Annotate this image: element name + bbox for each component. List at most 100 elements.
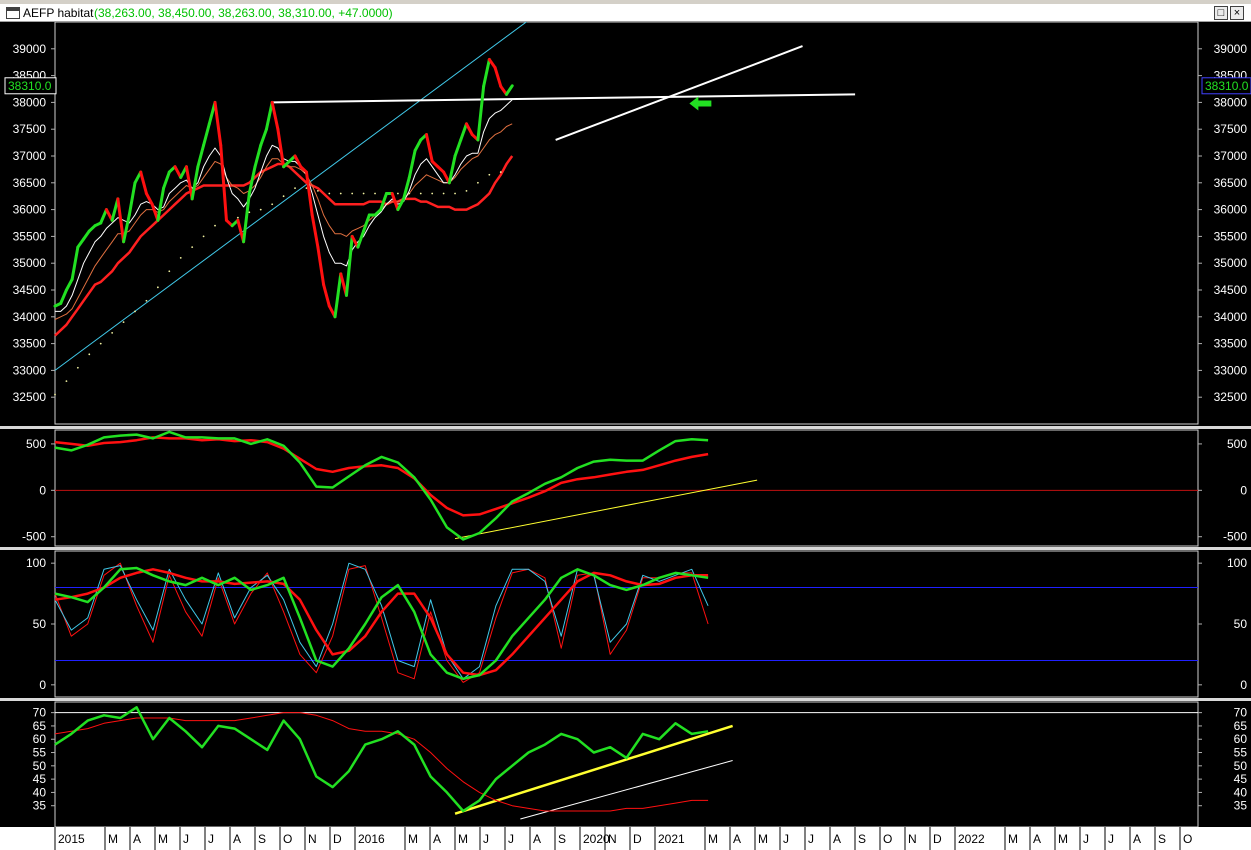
x-tick-label: 2020 [583,832,610,846]
price-ma-dotted-point [76,366,79,369]
price-segment-up [99,208,108,225]
y-tick-label-right: 35000 [1214,256,1248,270]
y-tick-label-left: 37500 [13,122,47,136]
x-tick-label: J [808,832,814,846]
price-ma-dotted-point [419,192,422,195]
chart-title: AEFP habitat [23,6,94,20]
stoch-slow-green [54,566,709,681]
price-segment-up [407,149,417,179]
x-tick-label: J [1108,832,1114,846]
x-tick-label: S [858,832,866,846]
x-tick-label: A [433,832,441,846]
price-ma-dotted-point [111,331,114,334]
pane-separator [0,698,1251,701]
macd-signal-line [54,436,709,517]
stoch-fast-cyan [54,562,709,680]
price-ma-dotted-point [316,189,319,192]
y-tick-label-left: 34000 [13,310,47,324]
x-tick-label: D [933,832,942,846]
price-ma-dotted-point [122,321,125,324]
stoch-fast-red [54,562,709,683]
x-tick-label: O [283,832,292,846]
price-ma-dotted-point [374,192,376,195]
y-tick-label-left: 45 [33,772,47,786]
x-tick-label: J [783,832,789,846]
price-segment-down [219,143,228,222]
y-tick-label-left: 0 [39,678,46,692]
price-ma-dotted-point [248,211,251,214]
x-tick-label: N [908,832,917,846]
x-tick-label: S [258,832,266,846]
price-ma-dotted-point [259,208,262,211]
y-tick-label-left: 70 [33,706,47,720]
price-segment-down [310,213,320,249]
price-segment-up [504,84,514,96]
price-ma-dotted-point [54,393,56,396]
price-segment-down [424,133,434,163]
price-segment-up [253,143,263,169]
price-segment-down [270,100,280,131]
price-segment-up [476,84,486,142]
price-segment-down [322,283,331,308]
price-ma-dotted-point [408,192,411,195]
restore-button[interactable]: □ [1214,6,1228,20]
price-ma-white [55,99,513,312]
price-segment-up [70,245,80,281]
y-tick-label-left: 36500 [13,176,47,190]
x-tick-label: A [533,832,541,846]
y-tick-label-left: 36000 [13,203,47,217]
x-tick-label: J [183,832,189,846]
x-tick-label: A [833,832,841,846]
y-tick-label-right: 35 [1234,799,1248,813]
x-tick-label: M [158,832,168,846]
y-tick-label-right: 0 [1240,483,1247,497]
price-ma-dotted-point [236,216,239,219]
price-ma-dotted-point [499,171,502,173]
price-segment-up [356,229,366,249]
y-tick-label-right: 32500 [1214,390,1248,404]
price-segment-up [59,288,68,305]
price-segment-up [453,138,463,158]
chart-window-titlebar[interactable]: AEFP habitat (38,263.00, 38,450.00, 38,2… [0,4,1251,22]
price-ma-dotted-point [282,195,285,198]
x-tick-label: 2021 [658,832,685,846]
price-ma-dotted-point [465,189,468,192]
x-tick-label: D [333,832,342,846]
y-tick-label-right: 37000 [1214,149,1248,163]
y-tick-label-right: 39000 [1214,42,1248,56]
x-tick-label: M [108,832,118,846]
y-tick-label-right: 40 [1234,785,1248,799]
macd-line [54,430,709,541]
y-tick-label-right: 36500 [1214,176,1248,190]
y-tick-label-right: 500 [1227,437,1247,451]
x-tick-label: J [208,832,214,846]
close-button[interactable]: × [1230,6,1244,20]
y-tick-label-left: 35 [33,799,47,813]
price-segment-down [316,245,326,287]
price-segment-down [213,100,223,147]
chart-window-icon [6,7,20,19]
rsi-ma-line [54,712,709,812]
price-trendline-white [555,45,803,141]
price-segment-up [259,127,268,147]
x-tick-label: J [508,832,514,846]
x-tick-label: M [1008,832,1018,846]
price-ma-orange [54,123,513,320]
price-segment-up [362,213,371,233]
y-tick-label-left: 65 [33,719,47,733]
x-tick-label: A [1133,832,1141,846]
price-ma-dotted-point [179,256,182,259]
price-segment-up [344,234,354,297]
x-tick-label: J [1083,832,1089,846]
price-ma-dotted-point [442,192,445,195]
y-tick-label-right: 37500 [1214,122,1248,136]
y-tick-label-right: 0 [1240,678,1247,692]
price-ma-dotted-point [397,192,399,195]
price-segment-up [482,58,491,88]
x-tick-label: A [733,832,741,846]
y-tick-label-left: 38000 [13,95,47,109]
chart-area[interactable]: 32500 32500 33000 33000 33500 33500 34000 34000… [0,22,1251,850]
chart-canvas[interactable]: 32500 32500 33000 33000 33500 33500 34000 34000… [0,22,1251,850]
macd-trendline [454,479,758,540]
pane-separator [0,426,1251,429]
